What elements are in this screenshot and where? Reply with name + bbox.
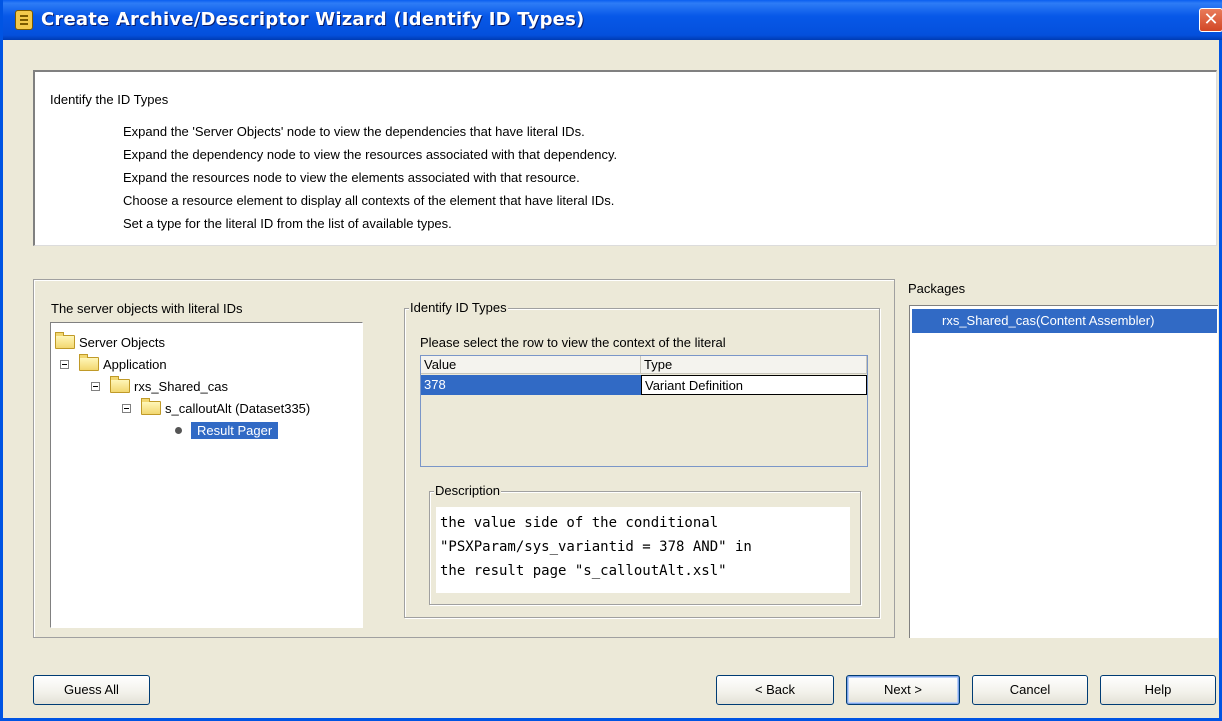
group-label: Identify ID Types bbox=[409, 300, 508, 315]
description-line: the result page "s_calloutAlt.xsl" bbox=[440, 563, 727, 579]
select-row-hint: Please select the row to view the contex… bbox=[420, 335, 726, 350]
tree-node-label: s_calloutAlt (Dataset335) bbox=[165, 400, 311, 416]
id-types-table: Value Type 378 Variant Definition bbox=[420, 355, 868, 467]
group-label: Description bbox=[434, 483, 502, 498]
identify-id-types-group: Identify ID Types Please select the row … bbox=[404, 300, 880, 618]
package-item[interactable]: rxs_Shared_cas(Content Assembler) bbox=[912, 309, 1217, 333]
server-objects-tree[interactable]: Server Objects Application rxs_Shared_ca… bbox=[50, 322, 363, 628]
description-group: Description the value side of the condit… bbox=[429, 483, 861, 605]
instruction-line: Expand the dependency node to view the r… bbox=[123, 147, 618, 162]
packages-list[interactable]: rxs_Shared_cas(Content Assembler) bbox=[909, 305, 1218, 638]
title-bar: Create Archive/Descriptor Wizard (Identi… bbox=[3, 0, 1222, 40]
tree-node-label: Server Objects bbox=[79, 334, 165, 350]
tree-node-server-objects[interactable]: Server Objects bbox=[55, 332, 165, 352]
instructions-heading: Identify the ID Types bbox=[50, 92, 169, 107]
guess-all-button[interactable]: Guess All bbox=[33, 675, 150, 705]
column-header-value[interactable]: Value bbox=[421, 356, 641, 374]
instructions-panel: Identify the ID Types Expand the 'Server… bbox=[33, 70, 1217, 246]
tree-node-label: Result Pager bbox=[191, 421, 279, 439]
collapse-icon[interactable] bbox=[60, 359, 69, 369]
app-icon bbox=[15, 10, 33, 30]
description-text: the value side of the conditional "PSXPa… bbox=[436, 507, 850, 593]
leaf-bullet-icon bbox=[175, 426, 182, 434]
tree-node-rxs-shared-cas[interactable]: rxs_Shared_cas bbox=[91, 376, 228, 396]
type-select[interactable]: Variant Definition bbox=[641, 375, 867, 395]
collapse-icon[interactable] bbox=[91, 381, 100, 391]
main-panel: The server objects with literal IDs Serv… bbox=[33, 279, 895, 638]
folder-icon bbox=[110, 376, 130, 393]
packages-label: Packages bbox=[908, 281, 966, 296]
description-line: the value side of the conditional bbox=[440, 515, 719, 531]
table-cell-value[interactable]: 378 bbox=[421, 375, 641, 395]
close-button[interactable]: ✕ bbox=[1199, 8, 1222, 32]
column-header-type[interactable]: Type bbox=[641, 356, 867, 374]
tree-node-result-pager[interactable]: Result Pager bbox=[175, 420, 279, 440]
collapse-icon[interactable] bbox=[122, 403, 131, 413]
wizard-window: Create Archive/Descriptor Wizard (Identi… bbox=[0, 0, 1222, 721]
tree-node-application[interactable]: Application bbox=[60, 354, 167, 374]
instruction-line: Choose a resource element to display all… bbox=[123, 193, 615, 208]
help-button[interactable]: Help bbox=[1100, 675, 1216, 705]
description-line: "PSXParam/sys_variantid = 378 AND" in bbox=[440, 539, 752, 555]
tree-label: The server objects with literal IDs bbox=[51, 301, 243, 316]
tree-node-dataset[interactable]: s_calloutAlt (Dataset335) bbox=[122, 398, 310, 418]
back-button[interactable]: < Back bbox=[716, 675, 834, 705]
next-button[interactable]: Next > bbox=[846, 675, 960, 705]
folder-icon bbox=[55, 332, 75, 349]
instruction-line: Expand the 'Server Objects' node to view… bbox=[123, 124, 585, 139]
cancel-button[interactable]: Cancel bbox=[972, 675, 1088, 705]
folder-icon bbox=[141, 398, 161, 415]
instruction-line: Set a type for the literal ID from the l… bbox=[123, 216, 452, 231]
window-title: Create Archive/Descriptor Wizard (Identi… bbox=[41, 9, 585, 30]
tree-node-label: rxs_Shared_cas bbox=[134, 378, 228, 394]
instruction-line: Expand the resources node to view the el… bbox=[123, 170, 580, 185]
tree-node-label: Application bbox=[103, 356, 167, 372]
folder-icon bbox=[79, 354, 99, 371]
